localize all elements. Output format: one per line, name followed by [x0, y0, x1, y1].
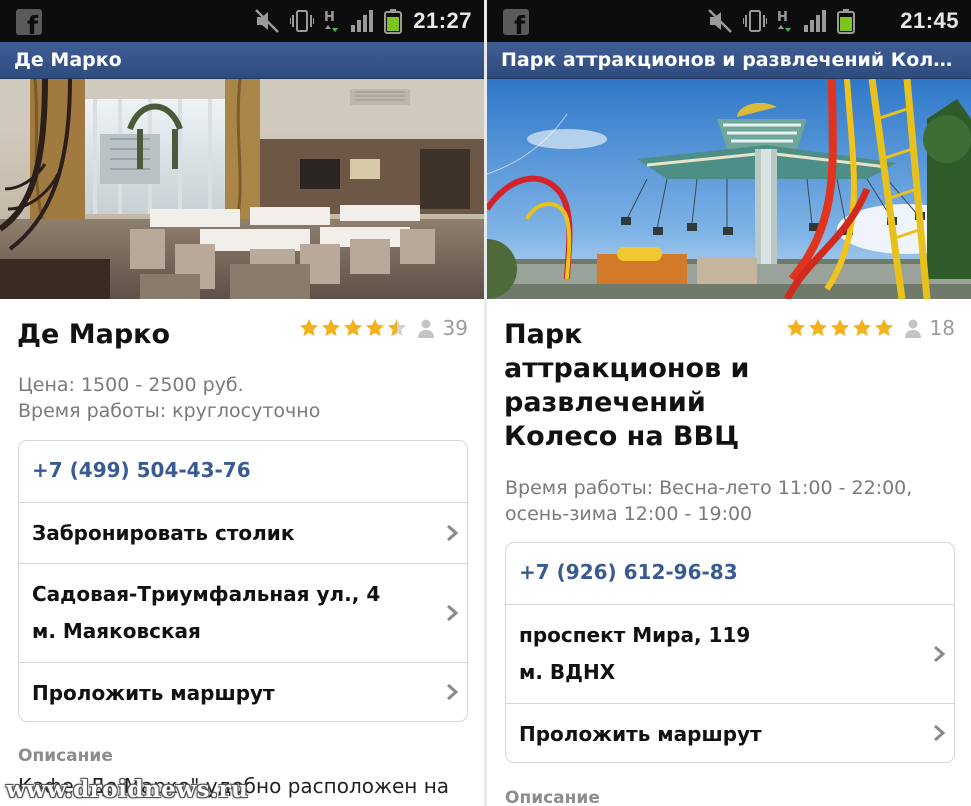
- actions-card: +7 (499) 504-43-76 Забронировать столик …: [18, 440, 468, 722]
- chevron-right-icon: [447, 524, 459, 542]
- place-name: Де Марко: [17, 319, 171, 350]
- review-count: 39: [442, 316, 468, 340]
- restaurant-photo[interactable]: [0, 79, 484, 299]
- place-name-line: Парк: [504, 319, 583, 350]
- hours-text: осень-зима 12:00 - 19:00: [505, 503, 753, 525]
- title-bar-text: Парк аттракционов и развлечений Колесо н…: [501, 49, 959, 71]
- description-label: Описание: [18, 746, 113, 766]
- park-photo[interactable]: [487, 79, 971, 299]
- address-line: проспект Мира, 119: [519, 623, 751, 647]
- clock: 21:27: [413, 8, 472, 33]
- title-bar: Де Марко: [0, 42, 484, 79]
- info-block: Цена: 1500 - 2500 руб. Время работы: кру…: [18, 372, 320, 424]
- clock: 21:45: [900, 8, 959, 33]
- phone-link[interactable]: +7 (926) 612-96-83: [519, 554, 914, 591]
- rating: 39: [299, 316, 468, 340]
- facebook-notification-icon: f: [16, 9, 42, 35]
- mute-icon: [255, 9, 279, 33]
- chevron-right-icon: [934, 724, 946, 742]
- star-rating: [299, 318, 409, 338]
- address-row[interactable]: проспект Мира, 119 м. ВДНХ: [506, 604, 954, 703]
- place-name-line: аттракционов и: [504, 353, 750, 384]
- facebook-notification-icon: f: [503, 9, 529, 35]
- phone-link[interactable]: +7 (499) 504-43-76: [32, 452, 427, 489]
- vibrate-icon: [290, 10, 314, 32]
- signal-icon: [804, 10, 826, 32]
- star-rating: [786, 318, 896, 338]
- status-icons: H: [707, 8, 865, 34]
- star-full-icon: [830, 319, 849, 336]
- place-name-line: развлечений: [504, 387, 706, 418]
- price-text: Цена: 1500 - 2500 руб.: [18, 374, 244, 396]
- chevron-right-icon: [447, 683, 459, 701]
- rating: 18: [786, 316, 955, 340]
- user-icon: [904, 319, 921, 338]
- vibrate-icon: [743, 10, 767, 32]
- star-full-icon: [365, 319, 384, 336]
- network-type: H: [324, 10, 335, 25]
- hours-text: Время работы: Весна-лето 11:00 - 22:00,: [505, 477, 913, 499]
- star-full-icon: [874, 319, 893, 336]
- metro-line: м. Маяковская: [32, 619, 201, 643]
- hours-text: Время работы: круглосуточно: [18, 400, 321, 422]
- star-full-icon: [852, 319, 871, 336]
- star-full-icon: [786, 319, 805, 336]
- description-label: Описание: [505, 788, 600, 806]
- route-row[interactable]: Проложить маршрут: [19, 662, 467, 721]
- star-full-icon: [808, 319, 827, 336]
- phone-row[interactable]: +7 (926) 612-96-83: [506, 543, 954, 604]
- network-type: H: [777, 10, 788, 25]
- mute-icon: [708, 9, 732, 33]
- phone-row[interactable]: +7 (499) 504-43-76: [19, 441, 467, 502]
- actions-card: +7 (926) 612-96-83 проспект Мира, 119 м.…: [505, 542, 955, 763]
- status-icons: H: [254, 8, 412, 34]
- chevron-right-icon: [934, 645, 946, 663]
- star-half-icon: [387, 319, 406, 336]
- address-row[interactable]: Садовая-Триумфальная ул., 4 м. Маяковска…: [19, 563, 467, 662]
- title-bar: Парк аттракционов и развлечений Колесо н…: [487, 42, 971, 79]
- route-row[interactable]: Проложить маршрут: [506, 703, 954, 762]
- status-bar: f H 21:45: [487, 0, 971, 42]
- chevron-right-icon: [447, 604, 459, 622]
- info-block: Время работы: Весна-лето 11:00 - 22:00, …: [505, 475, 912, 527]
- route-label: Проложить маршрут: [32, 681, 275, 705]
- review-count: 18: [929, 316, 955, 340]
- address-line: Садовая-Триумфальная ул., 4: [32, 582, 381, 606]
- place-name: Парк аттракционов и развлечений Колесо н…: [504, 318, 749, 454]
- route-label: Проложить маршрут: [519, 722, 762, 746]
- watermark: www.droidnews.ru: [6, 776, 249, 803]
- hspa-data-icon: H: [324, 10, 338, 32]
- hspa-data-icon: H: [777, 10, 791, 32]
- title-bar-text: Де Марко: [14, 49, 122, 71]
- status-bar: f H 21:27: [0, 0, 484, 42]
- star-full-icon: [343, 319, 362, 336]
- book-table-row[interactable]: Забронировать столик: [19, 502, 467, 563]
- place-name-line: Колесо на ВВЦ: [504, 421, 740, 452]
- star-full-icon: [299, 319, 318, 336]
- signal-icon: [351, 10, 373, 32]
- phone-screen-right: f H 21:45 Парк аттракционов и развлечени…: [487, 0, 971, 806]
- battery-icon: [837, 9, 855, 34]
- star-full-icon: [321, 319, 340, 336]
- battery-icon: [384, 9, 402, 34]
- book-table-label: Забронировать столик: [32, 521, 295, 545]
- user-icon: [417, 319, 434, 338]
- phone-screen-left: f H 21:27 Де Марко Де Марко 39 Цена: 150…: [0, 0, 484, 806]
- metro-line: м. ВДНХ: [519, 660, 616, 684]
